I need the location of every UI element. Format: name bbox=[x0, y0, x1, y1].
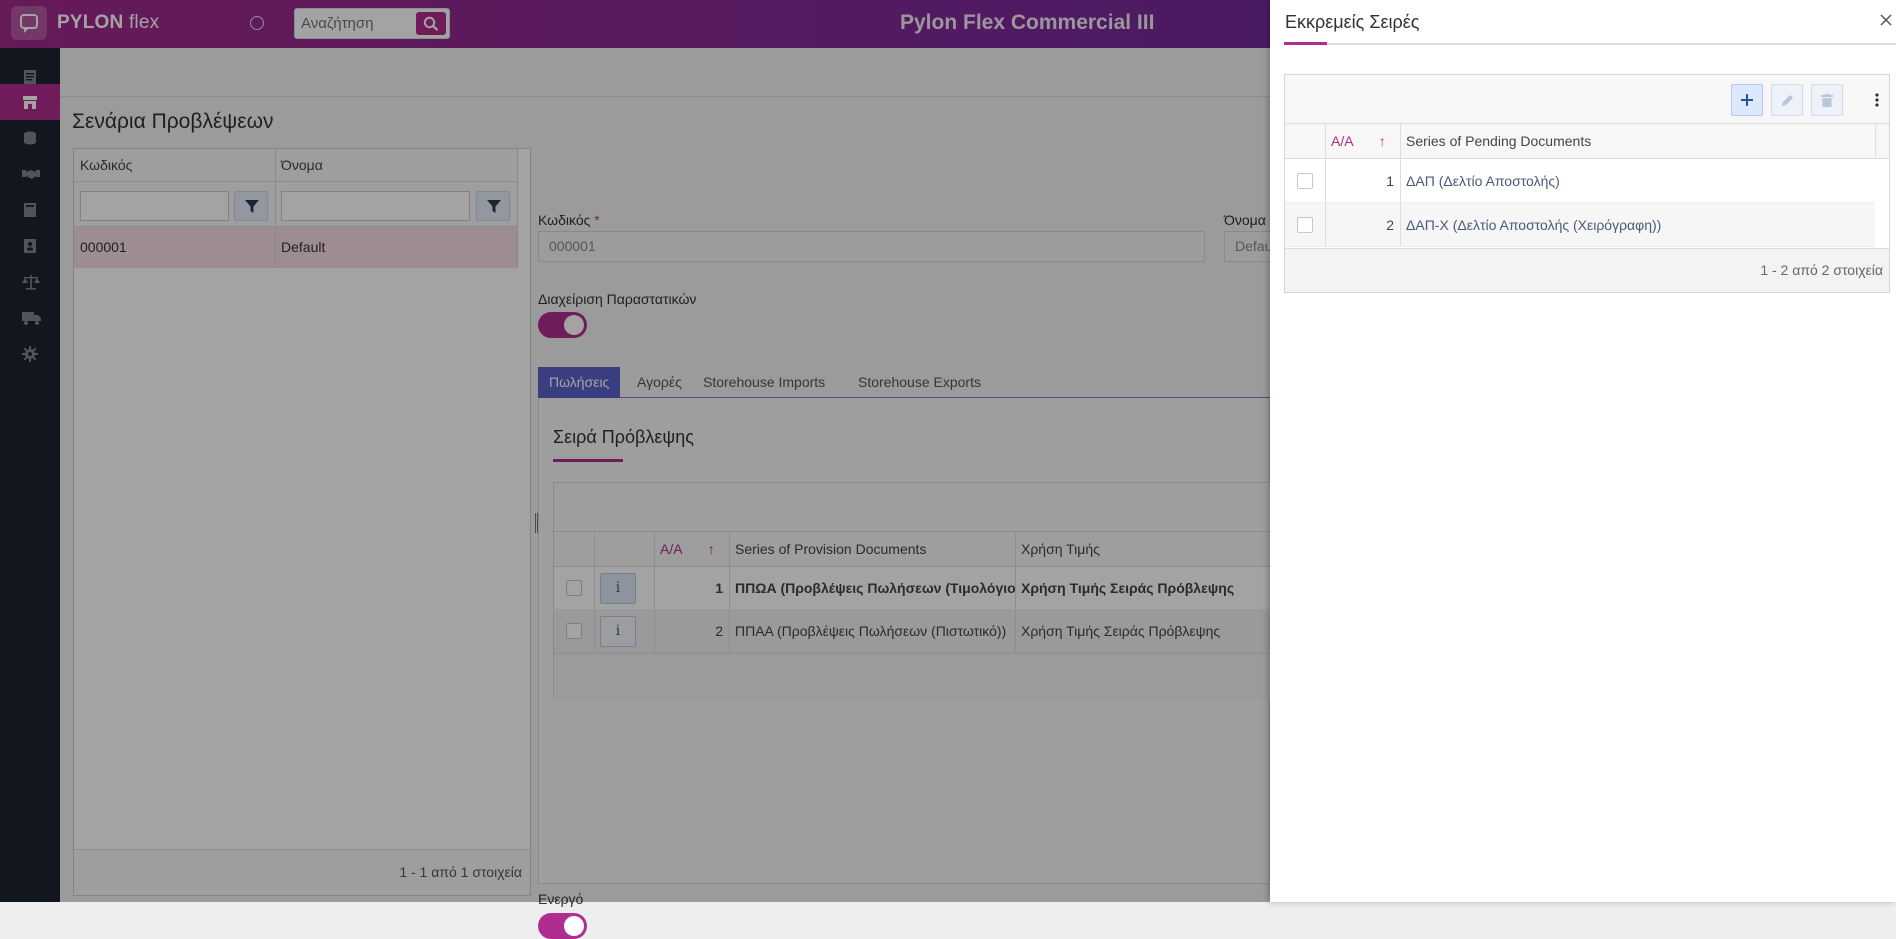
column-header-aa-text: Α/Α bbox=[1331, 133, 1353, 149]
close-button[interactable] bbox=[1878, 12, 1894, 28]
cell-aa: 1 bbox=[1386, 173, 1394, 189]
column-header-series[interactable]: Series of Pending Documents bbox=[1400, 124, 1875, 158]
table-row[interactable]: 1 ΔΑΠ (Δελτίο Αποστολής) bbox=[1285, 159, 1875, 203]
plus-icon bbox=[1741, 94, 1753, 106]
pending-series-drawer: Εκκρεμείς Σειρές Α/Α ↑ Series of Pending… bbox=[1270, 0, 1896, 902]
column-divider bbox=[1875, 124, 1876, 158]
trash-icon bbox=[1821, 94, 1833, 107]
edit-button[interactable] bbox=[1771, 84, 1803, 116]
cell-series: ΔΑΠ (Δελτίο Αποστολής) bbox=[1406, 173, 1560, 189]
drawer-tab-underline bbox=[1284, 42, 1896, 45]
close-icon bbox=[1880, 14, 1892, 26]
more-vertical-icon bbox=[1875, 93, 1879, 107]
modal-backdrop[interactable] bbox=[0, 0, 1270, 902]
active-toggle[interactable] bbox=[538, 913, 587, 939]
row-checkbox[interactable] bbox=[1297, 173, 1313, 189]
pencil-icon bbox=[1782, 95, 1793, 106]
cell-series: ΔΑΠ-Χ (Δελτίο Αποστολής (Χειρόγραφη)) bbox=[1406, 217, 1662, 233]
pending-series-grid: Α/Α ↑ Series of Pending Documents 1 ΔΑΠ … bbox=[1284, 74, 1890, 293]
column-header-aa[interactable]: Α/Α ↑ bbox=[1325, 124, 1400, 158]
delete-button[interactable] bbox=[1811, 84, 1843, 116]
grid-header: Α/Α ↑ Series of Pending Documents bbox=[1285, 124, 1889, 159]
table-row[interactable]: 2 ΔΑΠ-Χ (Δελτίο Αποστολής (Χειρόγραφη)) bbox=[1285, 203, 1875, 247]
pagination-info: 1 - 2 από 2 στοιχεία bbox=[1760, 262, 1883, 278]
add-button[interactable] bbox=[1731, 84, 1763, 116]
more-options-button[interactable] bbox=[1867, 84, 1887, 116]
sort-ascending-icon: ↑ bbox=[1378, 133, 1386, 149]
grid-footer: 1 - 2 από 2 στοιχεία bbox=[1285, 248, 1889, 292]
cell-aa: 2 bbox=[1386, 217, 1394, 233]
row-checkbox[interactable] bbox=[1297, 217, 1313, 233]
drawer-title: Εκκρεμείς Σειρές bbox=[1285, 12, 1420, 32]
grid-toolbar bbox=[1285, 75, 1889, 124]
